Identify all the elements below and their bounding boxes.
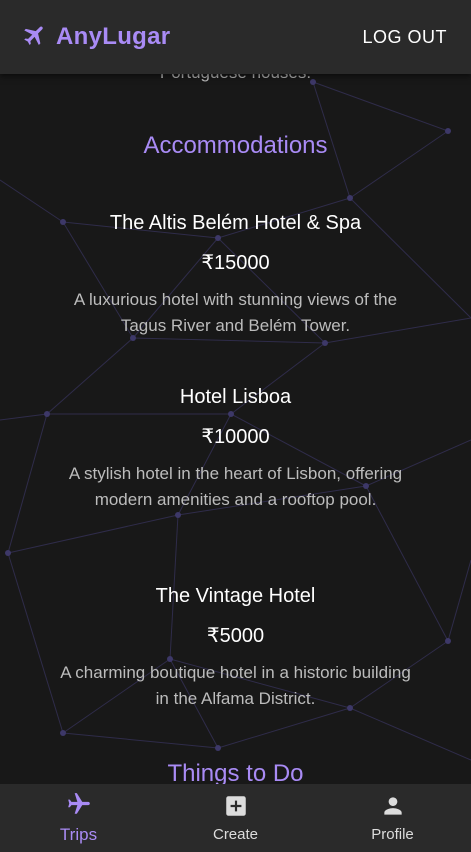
brand-name: AnyLugar	[56, 23, 171, 50]
accommodation-name: Hotel Lisboa	[179, 386, 292, 408]
airplane-icon	[22, 22, 48, 53]
accommodation-name: The Altis Belém Hotel & Spa	[109, 212, 362, 234]
accommodation-price: ₹5000	[206, 625, 265, 647]
accommodation-item: Hotel Lisboa ₹10000 A stylish hotel in t…	[55, 383, 416, 512]
nav-item-create[interactable]: Create	[176, 793, 296, 843]
nav-item-label: Profile	[371, 826, 414, 843]
logout-button[interactable]: LOG OUT	[362, 27, 447, 48]
nav-item-label: Trips	[59, 825, 98, 844]
trip-details-content[interactable]: Portuguese houses. Accommodations The Al…	[0, 74, 471, 784]
accommodation-item: The Vintage Hotel ₹5000 A charming bouti…	[55, 582, 416, 711]
nav-item-trips[interactable]: Trips	[19, 791, 139, 845]
accommodations-heading: Accommodations	[143, 132, 328, 159]
previous-description-text: Portuguese houses.	[0, 74, 471, 83]
accommodation-name: The Vintage Hotel	[155, 585, 316, 607]
accommodation-price: ₹10000	[201, 426, 270, 448]
accommodation-description: A charming boutique hotel in a historic …	[60, 663, 411, 708]
brand[interactable]: AnyLugar	[22, 22, 170, 53]
airplane-icon	[66, 791, 92, 822]
app-header: AnyLugar LOG OUT	[0, 0, 471, 74]
nav-item-label: Create	[212, 826, 259, 843]
accommodation-price: ₹15000	[201, 252, 270, 274]
accommodation-description: A stylish hotel in the heart of Lisbon, …	[68, 464, 403, 509]
things-to-do-heading: Things to Do	[167, 760, 304, 784]
bottom-navigation: Trips Create Profile	[0, 784, 471, 852]
accommodation-item: The Altis Belém Hotel & Spa ₹15000 A lux…	[55, 209, 416, 338]
accommodation-description: A luxurious hotel with stunning views of…	[73, 290, 398, 335]
add-box-icon	[223, 793, 249, 823]
nav-item-profile[interactable]: Profile	[333, 793, 453, 843]
person-icon	[380, 793, 406, 823]
